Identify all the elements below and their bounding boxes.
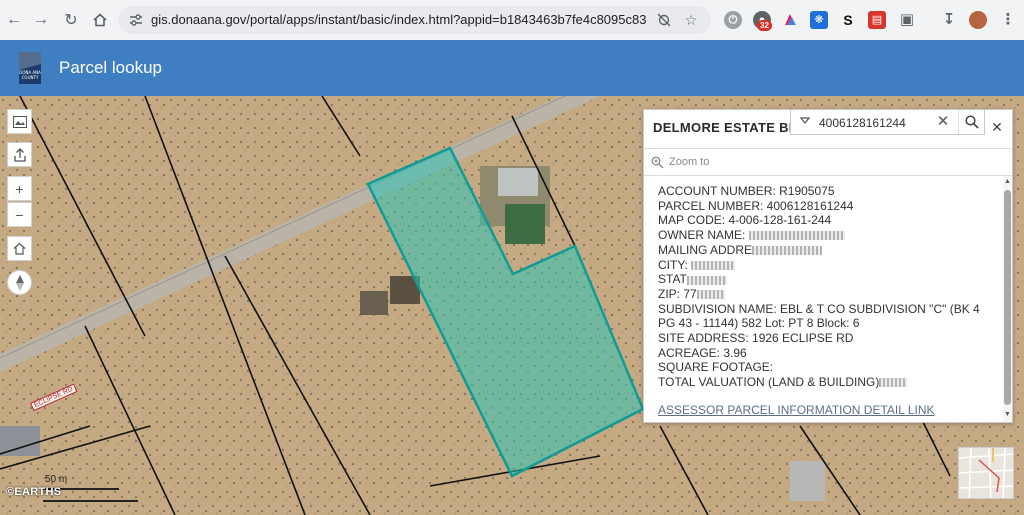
county-logo: DOÑA ANA COUNTY <box>17 50 43 86</box>
basemap-gallery-button[interactable] <box>7 109 32 134</box>
profile-avatar[interactable] <box>969 11 987 29</box>
url-text[interactable]: gis.donaana.gov/portal/apps/instant/basi… <box>151 12 646 27</box>
close-icon[interactable]: ✕ <box>989 119 1005 135</box>
owner-name-field: OWNER NAME: <box>658 228 992 243</box>
search-source-dropdown[interactable] <box>797 114 813 130</box>
home-extent-button[interactable] <box>7 236 32 261</box>
state-field: STAT <box>658 272 992 287</box>
zoom-to-label: Zoom to <box>669 156 710 168</box>
bookmark-star-icon[interactable]: ☆ <box>683 12 699 28</box>
forward-icon[interactable]: → <box>29 8 53 32</box>
account-number-field: ACCOUNT NUMBER: R1905075 <box>658 184 835 198</box>
site-settings-icon[interactable] <box>128 12 144 28</box>
search-button[interactable] <box>958 110 985 134</box>
s-extension-icon[interactable]: S <box>839 11 857 29</box>
red-extension-icon[interactable]: ▤ <box>868 11 886 29</box>
city-label: CITY: <box>658 257 689 272</box>
zip-label: ZIP: 77 <box>658 286 697 301</box>
zip-field: ZIP: 77 <box>658 287 992 302</box>
zoom-out-button[interactable]: − <box>7 202 32 227</box>
svg-text:COUNTY: COUNTY <box>22 75 39 80</box>
extension-badge: 32 <box>757 20 772 31</box>
home-icon <box>13 242 26 255</box>
reload-icon[interactable]: ↻ <box>59 8 83 32</box>
redacted-total-valuation <box>879 378 908 388</box>
popup-fields: ACCOUNT NUMBER: R1905075 PARCEL NUMBER: … <box>658 184 992 390</box>
popup-scrollbar-thumb[interactable] <box>1004 190 1011 405</box>
owner-name-label: OWNER NAME: <box>658 228 746 243</box>
redacted-owner-name <box>748 231 845 241</box>
search-widget[interactable]: ✕ <box>790 109 985 135</box>
browser-menu-icon[interactable]: ⋮ <box>999 11 1017 29</box>
zoom-to-icon <box>651 156 664 169</box>
mailing-address-label: MAILING ADDRE <box>658 242 753 257</box>
home-icon[interactable] <box>88 8 112 32</box>
total-valuation-field: TOTAL VALUATION (LAND & BUILDING) <box>658 375 992 390</box>
state-label: STAT <box>658 272 687 287</box>
chevron-down-icon <box>799 117 811 124</box>
parcel-number-field: PARCEL NUMBER: 4006128161244 <box>658 198 854 213</box>
zoom-to-action[interactable]: Zoom to <box>651 154 709 170</box>
power-extension-icon[interactable]: ⏻ <box>724 11 742 29</box>
browser-toolbar: ← → ↻ gis.donaana.gov/portal/apps/instan… <box>0 0 1024 40</box>
scale-bar-line-secondary <box>43 500 138 502</box>
download-icon[interactable]: ↧ <box>940 11 958 29</box>
compass-button[interactable] <box>7 270 32 295</box>
square-footage-field: SQUARE FOOTAGE: <box>658 360 774 375</box>
image-icon <box>12 115 27 128</box>
share-icon <box>13 147 26 162</box>
app-title: Parcel lookup <box>59 58 163 77</box>
redacted-city <box>691 260 736 270</box>
back-icon[interactable]: ← <box>2 8 26 32</box>
site-address-field: SITE ADDRESS: 1926 ECLIPSE RD <box>658 331 854 346</box>
scale-label: 50 m <box>45 474 68 485</box>
overview-map[interactable] <box>958 447 1014 499</box>
mailing-address-field: MAILING ADDRE <box>658 243 992 258</box>
clear-search-icon[interactable]: ✕ <box>935 114 951 130</box>
popup-divider <box>644 175 1012 176</box>
gear-extension-icon[interactable]: ❋ <box>810 11 828 29</box>
acreage-field: ACREAGE: 3.96 <box>658 345 747 360</box>
scroll-up-icon[interactable]: ▲ <box>1004 178 1011 185</box>
extensions-puzzle-icon[interactable]: ▣ <box>898 11 916 29</box>
assessor-detail-link[interactable]: ASSESSOR PARCEL INFORMATION DETAIL LINK <box>658 403 935 417</box>
popup-divider <box>644 148 1012 149</box>
redacted-zip <box>696 290 725 300</box>
zoom-in-button[interactable]: + <box>7 176 32 201</box>
search-input[interactable] <box>819 114 929 132</box>
city-field: CITY: <box>658 258 992 273</box>
redacted-state <box>686 275 727 285</box>
redacted-mailing-address <box>752 246 823 256</box>
colorful-extension-icon[interactable] <box>781 11 799 29</box>
parcel-popup[interactable]: DELMORE ESTATE BRO ✕ Zoom to ACCOUNT NUM… <box>643 109 1013 423</box>
subdivision-name-field: SUBDIVISION NAME: EBL & T CO SUBDIVISION… <box>658 301 980 331</box>
overview-map-image <box>959 448 1013 498</box>
share-button[interactable] <box>7 142 32 167</box>
search-icon <box>965 115 979 129</box>
map-code-field: MAP CODE: 4-006-128-161-244 <box>658 213 832 228</box>
scroll-down-icon[interactable]: ▼ <box>1004 411 1011 418</box>
compass-icon <box>15 274 24 291</box>
tracking-protection-icon[interactable] <box>656 12 672 28</box>
total-valuation-label: TOTAL VALUATION (LAND & BUILDING) <box>658 375 880 390</box>
map-attribution: ©EARTHS <box>6 486 62 498</box>
popup-title: DELMORE ESTATE BRO <box>653 120 793 135</box>
address-bar[interactable]: gis.donaana.gov/portal/apps/instant/basi… <box>118 6 711 34</box>
